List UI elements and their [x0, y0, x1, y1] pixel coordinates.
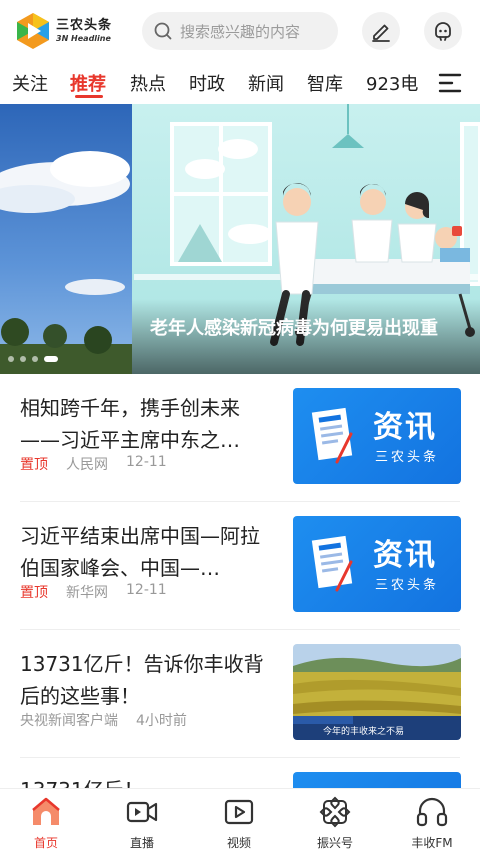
news-thumbnail [293, 772, 461, 788]
tab-923[interactable]: 923电 [366, 70, 418, 96]
banner-carousel[interactable]: 老年人感染新冠病毒为何更易出现重 [0, 104, 480, 374]
thumb-title: 资讯 [373, 410, 437, 445]
pinned-tag: 置顶 [20, 457, 48, 473]
nav-video[interactable]: 视频 [209, 795, 269, 851]
nav-label: 振兴号 [316, 836, 353, 850]
nav-label: 直播 [129, 836, 154, 850]
video-play-icon [224, 799, 254, 825]
news-title: 13731亿斤！ [20, 774, 275, 788]
pencil-icon [372, 24, 390, 42]
news-time: 12-11 [126, 582, 167, 598]
thumb-title: 资讯 [373, 538, 437, 573]
search-icon [154, 22, 172, 40]
news-time: 12-11 [126, 454, 167, 470]
newspaper-icon [311, 407, 353, 464]
tab-hot[interactable]: 热点 [130, 70, 166, 96]
news-item[interactable]: 13731亿斤！告诉你丰收背后的这些事！ 央视新闻客户端 4小时前 今年的丰收来… [0, 630, 480, 758]
banner-caption: 老年人感染新冠病毒为何更易出现重 [150, 318, 438, 339]
search-input[interactable]: 搜索感兴趣的内容 [142, 12, 338, 50]
headphones-icon [416, 797, 448, 827]
news-source: 新华网 [66, 585, 108, 601]
nav-harvest-fm[interactable]: 丰收FM [402, 795, 462, 851]
news-title: 习近平结束出席中国—阿拉伯国家峰会、中国—… [20, 524, 260, 580]
tab-news[interactable]: 新闻 [248, 70, 284, 96]
profile-button[interactable] [424, 12, 462, 50]
nav-label: 视频 [226, 836, 251, 850]
news-title: 相知跨千年，携手创未来——习近平主席中东之… [20, 396, 240, 452]
carousel-indicator [8, 356, 58, 362]
news-item[interactable]: 习近平结束出席中国—阿拉伯国家峰会、中国—… 置顶 新华网 12-11 资讯 三… [0, 502, 480, 630]
bottom-navigation: 首页 直播 视频 振兴号 丰收FM [0, 788, 480, 853]
nav-revitalize[interactable]: 振兴号 [305, 795, 365, 851]
robot-face-icon [435, 22, 451, 41]
thumb-caption: 今年的丰收来之不易 [323, 725, 404, 737]
news-time: 4小时前 [136, 713, 187, 729]
news-thumbnail: 今年的丰收来之不易 [293, 644, 461, 740]
app-header: 三农头条 3N Headline 搜索感兴趣的内容 [0, 0, 480, 62]
tab-thinktank[interactable]: 智库 [307, 70, 343, 96]
pinned-tag: 置顶 [20, 585, 48, 601]
tab-menu-icon[interactable] [438, 72, 462, 94]
nav-label: 首页 [33, 836, 58, 850]
tab-follow[interactable]: 关注 [12, 70, 48, 96]
home-icon [32, 797, 60, 825]
carousel-dot-active [44, 356, 58, 362]
tab-politics[interactable]: 时政 [189, 70, 225, 96]
newspaper-icon [311, 535, 353, 592]
thumb-subtitle: 三农头条 [375, 578, 440, 593]
news-item[interactable]: 相知跨千年，携手创未来——习近平主席中东之… 置顶 人民网 12-11 资讯 三… [0, 374, 480, 502]
nav-label: 丰收FM [411, 836, 453, 850]
category-tabs: 关注 推荐 热点 时政 新闻 智库 923电 [0, 62, 480, 104]
app-logo: 三农头条 3N Headline [14, 12, 132, 50]
news-source: 央视新闻客户端 [20, 713, 118, 729]
nav-home[interactable]: 首页 [16, 795, 76, 851]
logo-name-cn: 三农头条 [56, 18, 113, 33]
logo-hexagon-icon [17, 13, 49, 49]
news-thumbnail: 资讯 三农头条 [293, 516, 461, 612]
carousel-dot [20, 356, 26, 362]
news-meta: 置顶 新华网 12-11 [20, 582, 167, 602]
nav-live[interactable]: 直播 [112, 795, 172, 851]
news-source: 人民网 [66, 457, 108, 473]
active-tab-indicator [75, 95, 103, 98]
news-title: 13731亿斤！告诉你丰收背后的这些事！ [20, 652, 264, 708]
carousel-dot [8, 356, 14, 362]
revitalize-icon [319, 796, 351, 828]
carousel-dot [32, 356, 38, 362]
news-meta: 置顶 人民网 12-11 [20, 454, 167, 474]
news-thumbnail: 资讯 三农头条 [293, 388, 461, 484]
tab-recommend[interactable]: 推荐 [70, 70, 106, 96]
thumb-subtitle: 三农头条 [375, 450, 440, 465]
news-meta: 央视新闻客户端 4小时前 [20, 710, 187, 730]
logo-name-en: 3N Headline [56, 34, 111, 43]
search-placeholder: 搜索感兴趣的内容 [180, 22, 301, 41]
news-item[interactable]: 13731亿斤！ [0, 758, 480, 788]
publish-button[interactable] [362, 12, 400, 50]
harvest-field-image: 今年的丰收来之不易 [293, 644, 461, 740]
live-camera-icon [126, 801, 158, 823]
